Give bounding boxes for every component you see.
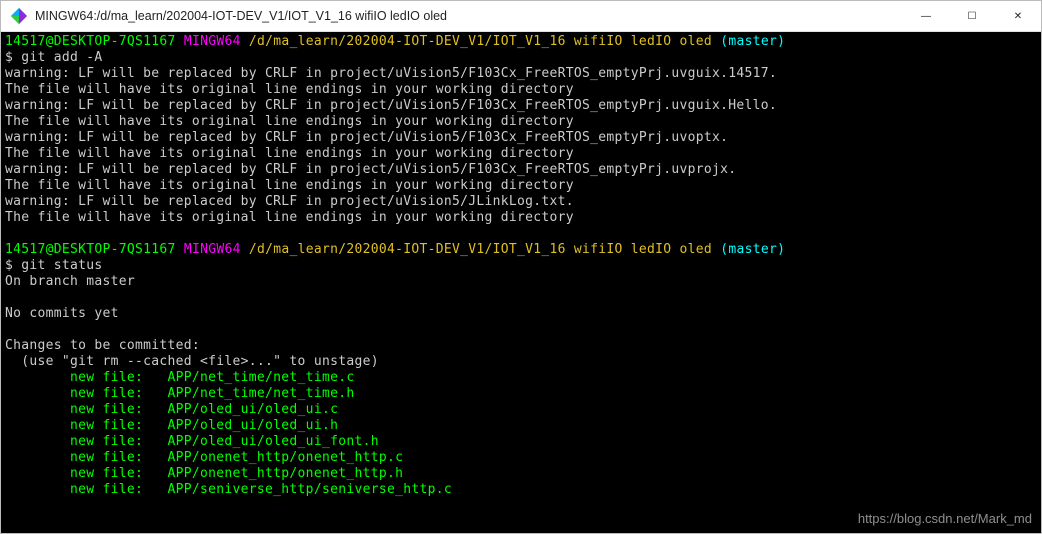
command-text: git status	[21, 258, 102, 273]
new-file-line: new file: APP/seniverse_http/seniverse_h…	[5, 482, 452, 497]
output-line: warning: LF will be replaced by CRLF in …	[5, 162, 736, 177]
command-text: git add -A	[21, 50, 102, 65]
maximize-button[interactable]: ☐	[949, 1, 995, 32]
output-line: warning: LF will be replaced by CRLF in …	[5, 98, 777, 113]
prompt-user-host: 14517@DESKTOP-7QS1167	[5, 34, 176, 49]
prompt-user-host: 14517@DESKTOP-7QS1167	[5, 242, 176, 257]
prompt-dollar: $	[5, 258, 21, 273]
output-line: The file will have its original line end…	[5, 178, 574, 193]
output-line: The file will have its original line end…	[5, 82, 574, 97]
new-file-line: new file: APP/oled_ui/oled_ui.h	[5, 418, 338, 433]
prompt-shell: MINGW64	[184, 242, 241, 257]
prompt-branch: (master)	[720, 242, 785, 257]
terminal-area[interactable]: 14517@DESKTOP-7QS1167 MINGW64 /d/ma_lear…	[1, 32, 1041, 533]
window-title: MINGW64:/d/ma_learn/202004-IOT-DEV_V1/IO…	[35, 9, 903, 23]
window-controls: — ☐ ✕	[903, 1, 1041, 32]
minimize-button[interactable]: —	[903, 1, 949, 32]
close-button[interactable]: ✕	[995, 1, 1041, 32]
app-icon	[11, 8, 27, 24]
prompt-branch: (master)	[720, 34, 785, 49]
output-line: No commits yet	[5, 306, 119, 321]
output-line: The file will have its original line end…	[5, 210, 574, 225]
app-window: MINGW64:/d/ma_learn/202004-IOT-DEV_V1/IO…	[0, 0, 1042, 534]
new-file-line: new file: APP/oled_ui/oled_ui.c	[5, 402, 338, 417]
prompt-dollar: $	[5, 50, 21, 65]
output-line: warning: LF will be replaced by CRLF in …	[5, 194, 574, 209]
output-line: The file will have its original line end…	[5, 114, 574, 129]
prompt-shell: MINGW64	[184, 34, 241, 49]
prompt-path: /d/ma_learn/202004-IOT-DEV_V1/IOT_V1_16 …	[249, 242, 712, 257]
prompt-path: /d/ma_learn/202004-IOT-DEV_V1/IOT_V1_16 …	[249, 34, 712, 49]
new-file-line: new file: APP/onenet_http/onenet_http.c	[5, 450, 403, 465]
new-file-line: new file: APP/oled_ui/oled_ui_font.h	[5, 434, 379, 449]
new-file-line: new file: APP/net_time/net_time.c	[5, 370, 354, 385]
output-line: On branch master	[5, 274, 135, 289]
output-line: Changes to be committed:	[5, 338, 200, 353]
output-line: warning: LF will be replaced by CRLF in …	[5, 130, 728, 145]
new-file-line: new file: APP/onenet_http/onenet_http.h	[5, 466, 403, 481]
output-line: (use "git rm --cached <file>..." to unst…	[5, 354, 379, 369]
titlebar[interactable]: MINGW64:/d/ma_learn/202004-IOT-DEV_V1/IO…	[1, 1, 1041, 32]
new-file-line: new file: APP/net_time/net_time.h	[5, 386, 354, 401]
output-line: warning: LF will be replaced by CRLF in …	[5, 66, 777, 81]
output-line: The file will have its original line end…	[5, 146, 574, 161]
